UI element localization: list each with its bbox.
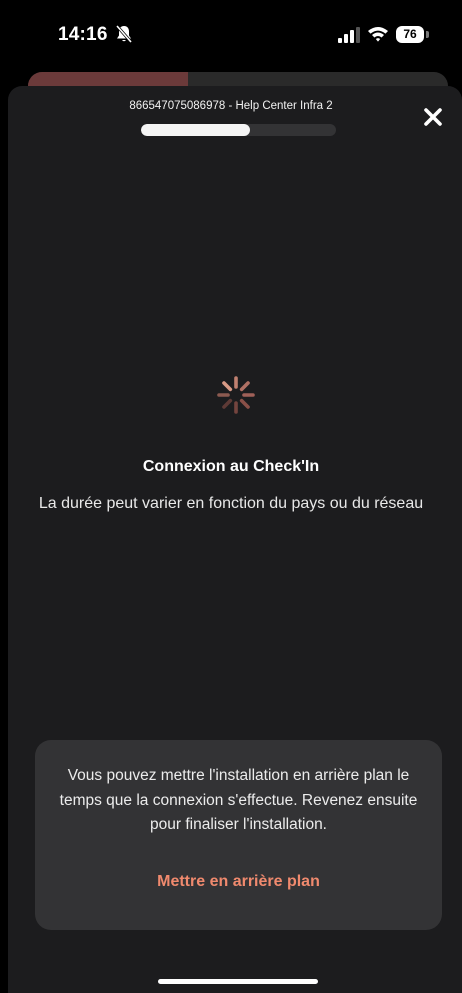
status-time: 14:16 (58, 24, 108, 45)
home-indicator[interactable] (158, 979, 318, 984)
connection-status-title: Connexion au Check'In (142, 458, 320, 475)
bell-muted-icon (115, 25, 133, 43)
installation-progress-bar (141, 124, 336, 136)
send-to-background-button[interactable]: Mettre en arrière plan (95, 866, 382, 898)
cellular-signal-icon (338, 27, 360, 43)
wifi-icon (368, 27, 388, 42)
battery-icon: 76 (396, 26, 424, 43)
connection-status-description: La durée peut varier en fonction du pays… (38, 495, 424, 512)
battery-tip (426, 31, 429, 38)
background-info-message: Vous pouvez mettre l'installation en arr… (59, 767, 418, 833)
status-bar: 14:16 76 (0, 0, 462, 70)
background-info-panel: Vous pouvez mettre l'installation en arr… (35, 740, 442, 930)
spinner-icon (217, 376, 255, 414)
sheet-header-title: 866547075086978 - Help Center Infra 2 (129, 100, 333, 112)
progress-bar-fill (141, 124, 251, 136)
close-icon[interactable] (421, 105, 445, 129)
